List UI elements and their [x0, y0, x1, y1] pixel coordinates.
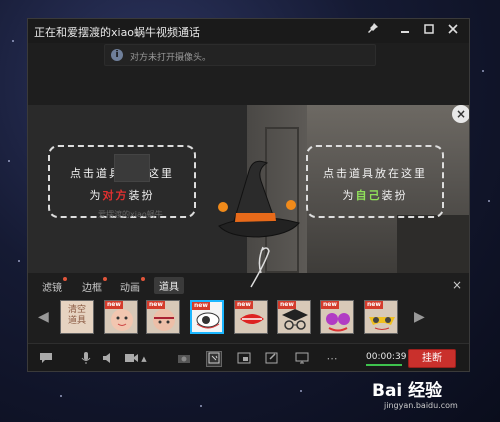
- self-drop-text: 点击道具放在这里: [323, 167, 427, 180]
- new-badge: new: [321, 301, 339, 309]
- camera-dropdown-icon[interactable]: ▲: [140, 351, 148, 367]
- peer-highlight: 对方: [102, 189, 129, 202]
- glasses-prop[interactable]: new: [320, 300, 354, 334]
- new-badge: new: [278, 301, 296, 309]
- self-suffix: 装扮: [381, 189, 408, 202]
- self-drop-zone[interactable]: 点击道具放在这里 为自己装扮: [306, 145, 444, 218]
- snapshot-icon[interactable]: [176, 351, 192, 367]
- next-arrow-icon[interactable]: ▶: [414, 309, 425, 325]
- tab-filter-label: 滤镜: [42, 283, 62, 294]
- call-controls: ▲ ⋯ 00:00:39 挂断: [28, 343, 469, 371]
- tab-props-label: 道具: [159, 282, 179, 293]
- graduation-hat-prop[interactable]: new: [277, 300, 311, 334]
- new-badge: new: [147, 301, 165, 309]
- clear-props-button[interactable]: 清空道具: [60, 300, 94, 334]
- tab-animation-label: 动画: [120, 283, 140, 294]
- peer-drop-subtext: 为对方装扮: [50, 187, 194, 203]
- tab-frame[interactable]: 边框: [82, 277, 107, 294]
- tab-filter[interactable]: 滤镜: [42, 277, 67, 294]
- new-dot: [103, 277, 107, 281]
- video-call-window: 正在和爱摆渡的xiao蜗牛视频通话 i 对方未打开摄像头。 × 点击道具放在这里…: [27, 18, 470, 372]
- effect-tabs: 滤镜 边框 动画 道具 ×: [28, 276, 469, 294]
- camera-shelf: [397, 215, 469, 273]
- close-camera-icon[interactable]: ×: [452, 105, 469, 123]
- screen-share-icon[interactable]: [294, 351, 310, 367]
- prev-arrow-icon[interactable]: ◀: [38, 309, 49, 325]
- camera-notice: i 对方未打开摄像头。: [104, 44, 376, 66]
- microphone-icon[interactable]: [78, 351, 94, 367]
- witch-hat-icon: [218, 160, 300, 288]
- tab-frame-label: 边框: [82, 283, 102, 294]
- maximize-icon[interactable]: [420, 22, 438, 40]
- peer-suffix: 装扮: [128, 189, 155, 202]
- tab-animation[interactable]: 动画: [120, 277, 145, 294]
- face2-prop[interactable]: new: [146, 300, 180, 334]
- watermark-logo: Bai 经验: [372, 381, 443, 401]
- notice-text: 对方未打开摄像头。: [130, 53, 212, 63]
- info-icon: i: [111, 49, 123, 61]
- close-panel-icon[interactable]: ×: [452, 278, 462, 292]
- clear-props-label: 清空道具: [67, 305, 86, 326]
- self-prefix: 为: [342, 189, 356, 202]
- close-icon[interactable]: [444, 22, 462, 40]
- window-title: 正在和爱摆渡的xiao蜗牛视频通话: [34, 26, 201, 39]
- new-badge: new: [192, 302, 210, 310]
- peer-name: 爱摆渡的xiao蜗牛: [98, 210, 163, 219]
- speaker-icon[interactable]: [100, 351, 116, 367]
- props-strip: ◀ 清空道具 new new new new new new new ▶: [28, 297, 469, 339]
- camera-icon[interactable]: [124, 351, 140, 367]
- signal-bar: [366, 364, 402, 366]
- face-prop[interactable]: new: [104, 300, 138, 334]
- hangup-button[interactable]: 挂断: [408, 349, 456, 368]
- eye-prop[interactable]: new: [190, 300, 224, 334]
- new-badge: new: [365, 301, 383, 309]
- new-badge: new: [235, 301, 253, 309]
- tab-props[interactable]: 道具: [154, 277, 184, 294]
- chat-icon[interactable]: [38, 351, 54, 367]
- pip-icon[interactable]: [236, 351, 252, 367]
- watermark-url: jingyan.baidu.com: [384, 401, 458, 410]
- pin-icon[interactable]: [364, 22, 382, 40]
- call-timer: 00:00:39: [366, 352, 407, 362]
- new-badge: new: [105, 301, 123, 309]
- self-drop-subtext: 为自己装扮: [308, 187, 442, 203]
- party-glasses-prop[interactable]: new: [364, 300, 398, 334]
- peer-avatar: [114, 154, 150, 182]
- lips-prop[interactable]: new: [234, 300, 268, 334]
- minimize-icon[interactable]: [396, 22, 414, 40]
- baidu-jingyan-watermark: Bai 经验 jingyan.baidu.com: [372, 376, 482, 416]
- more-icon[interactable]: ⋯: [324, 351, 340, 367]
- new-dot: [141, 277, 145, 281]
- title-bar[interactable]: 正在和爱摆渡的xiao蜗牛视频通话: [28, 19, 469, 43]
- self-highlight: 自己: [355, 189, 382, 202]
- new-dot: [63, 277, 67, 281]
- effects-icon[interactable]: [206, 351, 222, 367]
- peer-prefix: 为: [89, 189, 103, 202]
- edit-icon[interactable]: [264, 351, 280, 367]
